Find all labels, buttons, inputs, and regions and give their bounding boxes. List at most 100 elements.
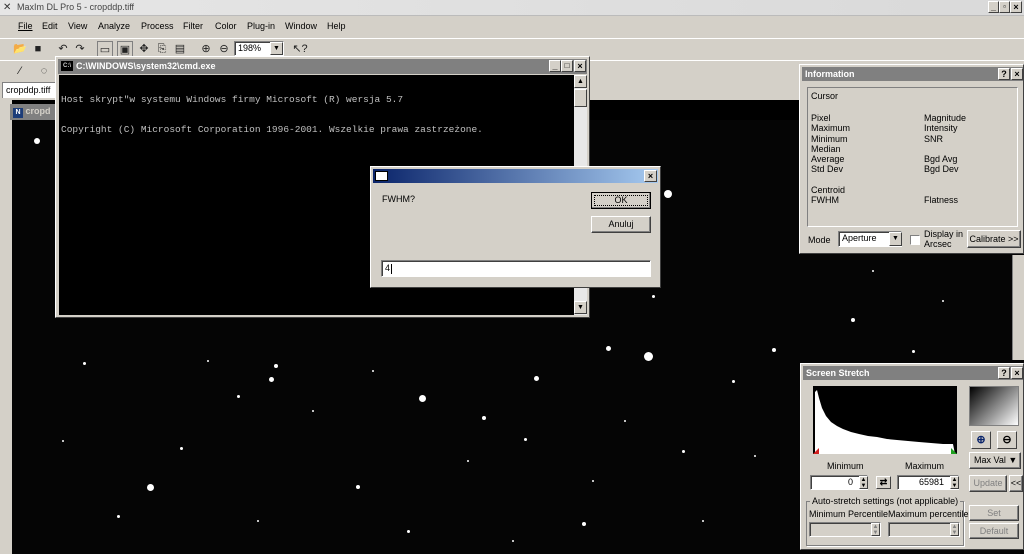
update-button-label: Update (973, 478, 1003, 488)
zoom-out-icon[interactable]: ⊖ (216, 41, 232, 57)
ok-button[interactable]: OK (591, 192, 651, 209)
star (237, 395, 240, 398)
star (147, 484, 154, 491)
menu-filter[interactable]: Filter (183, 21, 203, 31)
arcsec-label-2: Arcsec (924, 239, 952, 249)
main-vertical-scrollbar[interactable] (1012, 255, 1024, 360)
min-percentile-label: Minimum Percentile (809, 509, 889, 519)
scroll-up-button[interactable]: ▲ (574, 75, 587, 88)
menu-file[interactable]: File (18, 21, 33, 31)
redo-icon[interactable]: ↷ (72, 41, 88, 57)
mode-value: Aperture (842, 233, 877, 243)
line-tool-icon[interactable]: ⁄ (12, 63, 28, 79)
menu-window[interactable]: Window (285, 21, 317, 31)
update-button[interactable]: Update (969, 475, 1007, 492)
collapse-button[interactable]: << (1009, 475, 1023, 492)
mode-dropdown-button[interactable]: ▼ (889, 232, 902, 246)
info-close-button[interactable]: × (1011, 68, 1023, 80)
swap-icon[interactable]: ⇄ (876, 476, 891, 489)
menu-color[interactable]: Color (215, 21, 237, 31)
maxim-icon: ✕ (3, 2, 12, 13)
menu-view[interactable]: View (68, 21, 87, 31)
fwhm-input-value: 4 (385, 263, 391, 273)
max-percentile-spinner[interactable]: ▲ ▼ (950, 523, 959, 536)
info-title: Information (805, 69, 855, 79)
info-titlebar: Information ? × (802, 67, 1023, 81)
info-left-labels: Pixel Maximum Minimum Median Average Std… (811, 113, 850, 206)
stretch-zoom-in-button[interactable]: ⊕ (971, 431, 991, 449)
fwhm-dialog: × FWHM? OK Anuluj 4 (370, 166, 661, 288)
star (62, 440, 64, 442)
star (732, 380, 735, 383)
arcsec-checkbox[interactable] (910, 235, 920, 245)
star (467, 460, 469, 462)
cmd-maximize-button[interactable]: □ (561, 60, 573, 72)
info-help-button[interactable]: ? (998, 68, 1010, 80)
star (682, 450, 685, 453)
save-icon[interactable]: ■ (30, 41, 46, 57)
star (257, 520, 259, 522)
stretch-titlebar: Screen Stretch ? × (803, 366, 1023, 380)
stretch-min-label: Minimum (827, 461, 864, 471)
pan-icon[interactable]: ✥ (136, 41, 152, 57)
info-label-blank (924, 185, 966, 195)
set-button[interactable]: Set (969, 505, 1019, 521)
star (942, 300, 944, 302)
min-percentile-spinner[interactable]: ▲ ▼ (871, 523, 880, 536)
document-tab[interactable]: cropddp.tiff (2, 82, 58, 98)
zoom-in-icon[interactable]: ⊕ (198, 41, 214, 57)
calibrate-button[interactable]: Calibrate >> (967, 230, 1021, 248)
cmd-icon: C:\ (61, 61, 73, 71)
close-button[interactable]: × (1010, 1, 1022, 13)
default-button[interactable]: Default (969, 523, 1019, 539)
stretch-min-spinner[interactable]: ▲ ▼ (859, 476, 868, 489)
scroll-down-button[interactable]: ▼ (574, 301, 587, 314)
undo-icon[interactable]: ↶ (55, 41, 71, 57)
help-pointer-icon[interactable]: ↖? (292, 41, 308, 57)
star (772, 348, 776, 352)
star (624, 420, 626, 422)
dialog-window-icon (375, 171, 388, 181)
screen-icon[interactable]: ▤ (172, 41, 188, 57)
copy-icon[interactable]: ⎘ (154, 41, 170, 57)
dialog-close-button[interactable]: × (644, 170, 657, 182)
menu-process[interactable]: Process (141, 21, 174, 31)
menu-edit[interactable]: Edit (42, 21, 58, 31)
info-label-magnitude: Magnitude (924, 113, 967, 123)
scroll-thumb[interactable] (574, 89, 587, 107)
cmd-close-button[interactable]: × (574, 60, 586, 72)
ellipse-tool-icon[interactable]: ◌ (36, 63, 52, 79)
histogram[interactable] (813, 386, 957, 454)
star (419, 395, 426, 402)
restore-button[interactable]: ▫ (999, 1, 1010, 13)
star (512, 540, 514, 542)
cancel-button[interactable]: Anuluj (591, 216, 651, 233)
cmd-minimize-button[interactable]: _ (549, 60, 561, 72)
star (207, 360, 209, 362)
stretch-zoom-out-button[interactable]: ⊖ (997, 431, 1017, 449)
screen-stretch-panel: Screen Stretch ? × ⊕ ⊖ Minimum Maximum 0… (800, 363, 1024, 550)
menu-analyze[interactable]: Analyze (98, 21, 130, 31)
maxval-select[interactable]: Max Val ▼ (969, 452, 1021, 469)
info-label-blank (924, 144, 966, 154)
zoom-value: 198% (238, 43, 262, 53)
dialog-prompt: FWHM? (382, 194, 415, 204)
image-doc-icon: N (13, 108, 23, 118)
stretch-close-button[interactable]: × (1011, 367, 1023, 379)
menu-plugin[interactable]: Plug-in (247, 21, 275, 31)
star (482, 416, 486, 420)
info-label-centroid: Centroid (811, 185, 846, 196)
minimize-button[interactable]: _ (988, 1, 999, 13)
info-label-blank (811, 175, 850, 185)
star (356, 485, 360, 489)
star (269, 377, 274, 382)
menu-help[interactable]: Help (327, 21, 346, 31)
zoom-dropdown-button[interactable]: ▼ (270, 42, 283, 55)
fwhm-input[interactable]: 4 (381, 260, 651, 277)
dialog-titlebar: × (373, 169, 658, 183)
star (754, 455, 756, 457)
stretch-help-button[interactable]: ? (998, 367, 1010, 379)
open-icon[interactable]: 📂 (12, 41, 28, 57)
cmd-line-2: Copyright (C) Microsoft Corporation 1996… (61, 124, 483, 135)
stretch-max-spinner[interactable]: ▲ ▼ (950, 476, 959, 489)
